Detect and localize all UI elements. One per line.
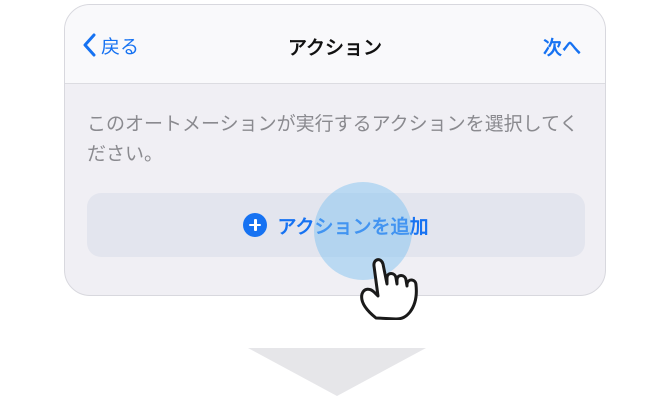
navigation-bar: 戻る アクション 次へ (65, 5, 605, 84)
down-arrow-icon (248, 348, 426, 396)
description-text: このオートメーションが実行するアクションを選択してください。 (87, 113, 579, 165)
actions-panel: 戻る アクション 次へ このオートメーションが実行するアクションを選択してくださ… (64, 4, 606, 296)
page-title: アクション (287, 37, 383, 59)
next-button[interactable]: 次へ (543, 33, 581, 60)
plus-circle-icon (243, 213, 268, 237)
add-action-button[interactable]: アクションを追加 (87, 193, 585, 257)
add-action-label: アクションを追加 (277, 215, 429, 238)
